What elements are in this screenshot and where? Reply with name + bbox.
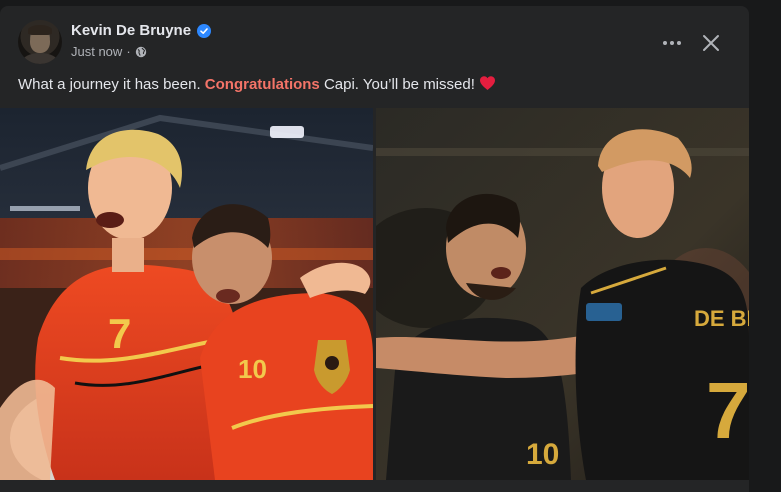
avatar[interactable] [18,20,62,64]
post-timestamp[interactable]: Just now [71,44,122,59]
avatar-hair [28,25,52,35]
author-name[interactable]: Kevin De Bruyne [71,22,191,39]
right-shirt-name: DE BRUY [694,306,749,331]
verified-badge-icon [197,23,212,38]
post-text-highlight[interactable]: Congratulations [205,76,320,93]
post-text: What a journey it has been. Congratulati… [18,75,496,95]
more-dot-icon [670,41,674,45]
more-options-button[interactable] [655,26,689,60]
photo-right[interactable]: 10 DE BRUY 7 [376,108,749,480]
author-row: Kevin De Bruyne [71,22,212,39]
page: Kevin De Bruyne Just now · What a journe… [0,0,781,492]
left-shirt-number-7: 7 [108,310,131,357]
close-icon [703,35,719,51]
post-footer-strip [0,480,749,492]
close-button[interactable] [694,26,728,60]
meta-separator: · [126,44,131,59]
globe-icon[interactable] [135,46,147,58]
right-shirt-number-7: 7 [706,366,749,455]
red-heart-icon [479,75,496,95]
post-text-end: Capi. You’ll be missed! [319,76,475,93]
more-dot-icon [663,41,667,45]
more-dot-icon [677,41,681,45]
post-card: Kevin De Bruyne Just now · What a journe… [0,6,749,492]
left-shirt-number-10: 10 [238,354,267,384]
post-meta: Just now · [71,44,147,59]
post-text-start: What a journey it has been. [18,76,205,93]
avatar-shoulders [22,53,58,64]
photo-left[interactable]: 7 10 [0,108,373,480]
right-shirt-number-10: 10 [526,438,559,471]
photo-grid: 7 10 10 DE B 7 [0,108,749,480]
